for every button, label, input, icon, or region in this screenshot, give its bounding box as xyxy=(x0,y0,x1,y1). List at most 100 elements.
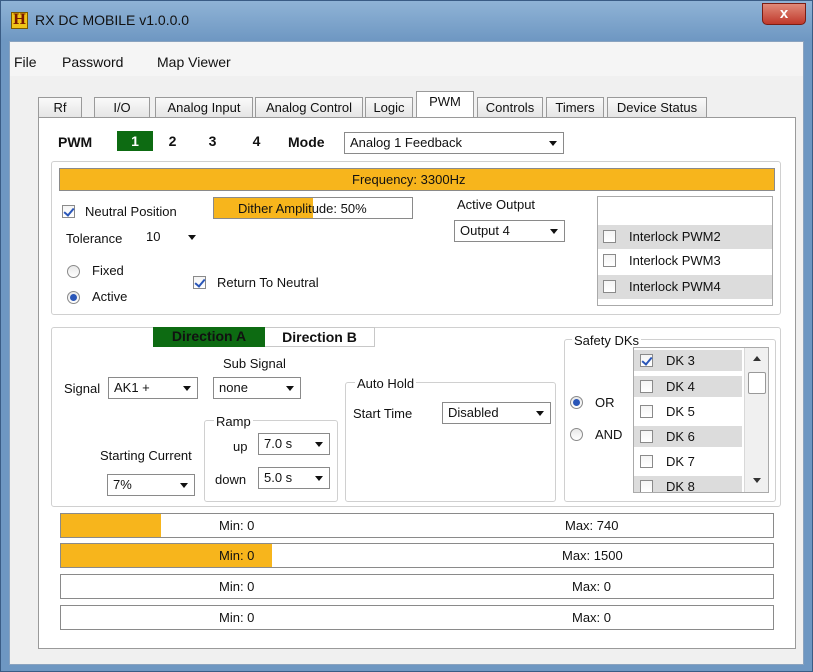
tab-device-status[interactable]: Device Status xyxy=(607,97,707,118)
scrollbar-thumb[interactable] xyxy=(748,372,766,394)
dk-row-7[interactable]: DK 7 xyxy=(634,451,742,472)
range-bar-3[interactable]: Min: 0 Max: 0 xyxy=(60,574,774,599)
pwm-channel-3[interactable]: 3 xyxy=(199,131,226,151)
or-label: OR xyxy=(595,395,615,410)
dk7-checkbox[interactable] xyxy=(640,455,653,468)
range-bar-4-max: Max: 0 xyxy=(572,610,612,625)
signal-value: AK1 + xyxy=(114,380,150,395)
chevron-down-icon xyxy=(286,386,294,391)
interlock-pwm4-label: Interlock PWM4 xyxy=(629,279,721,294)
dk3-checkbox[interactable] xyxy=(640,354,653,367)
pwm-channel-4[interactable]: 4 xyxy=(243,131,270,151)
neutral-position-label: Neutral Position xyxy=(85,204,177,219)
range-bar-4[interactable]: Min: 0 Max: 0 xyxy=(60,605,774,630)
interlock-list[interactable]: Interlock PWM2 Interlock PWM3 Interlock … xyxy=(597,196,773,306)
range-bar-4-min: Min: 0 xyxy=(219,610,255,625)
range-bar-2[interactable]: Min: 0 Max: 1500 xyxy=(60,543,774,568)
and-radio[interactable] xyxy=(570,428,583,441)
and-label: AND xyxy=(595,427,623,442)
mode-dropdown[interactable]: Analog 1 Feedback xyxy=(344,132,564,154)
menu-file[interactable]: File xyxy=(14,54,37,70)
dither-amplitude-bar[interactable]: Dither Amplitude: 50% xyxy=(213,197,413,219)
dk4-checkbox[interactable] xyxy=(640,380,653,393)
menu-bar: File Password Map Viewer xyxy=(10,42,803,76)
dk6-checkbox[interactable] xyxy=(640,430,653,443)
chevron-down-icon xyxy=(183,386,191,391)
tab-rf[interactable]: Rf xyxy=(38,97,82,118)
frequency-text: Frequency: 3300Hz xyxy=(352,172,466,187)
pwm-channel-2[interactable]: 2 xyxy=(159,131,186,151)
tab-controls[interactable]: Controls xyxy=(477,97,543,118)
tab-pwm[interactable]: PWM xyxy=(416,91,474,117)
tab-logic[interactable]: Logic xyxy=(365,97,413,118)
safety-dk-list[interactable]: DK 3 DK 4 DK 5 DK 6 DK 7 DK 8 xyxy=(633,347,769,493)
interlock-pwm3-checkbox[interactable] xyxy=(603,254,616,267)
dk5-checkbox[interactable] xyxy=(640,405,653,418)
interlock-pwm2-label: Interlock PWM2 xyxy=(629,229,721,244)
return-to-neutral-checkbox[interactable] xyxy=(193,276,206,289)
starting-current-value: 7% xyxy=(113,477,132,492)
start-time-dropdown[interactable]: Disabled xyxy=(442,402,551,424)
dk-row-5[interactable]: DK 5 xyxy=(634,401,742,422)
frequency-bar[interactable]: Frequency: 3300Hz xyxy=(59,168,775,191)
interlock-row-pwm4[interactable]: Interlock PWM4 xyxy=(598,275,772,299)
range-bar-1-fill xyxy=(61,514,161,537)
ramp-down-value: 5.0 s xyxy=(264,470,293,485)
app-window: H RX DC MOBILE v1.0.0.0 x File Password … xyxy=(0,0,813,672)
direction-b-button[interactable]: Direction B xyxy=(265,327,375,347)
title-bar[interactable]: H RX DC MOBILE v1.0.0.0 x xyxy=(1,1,812,39)
dk-row-3[interactable]: DK 3 xyxy=(634,350,742,371)
active-output-label: Active Output xyxy=(457,197,536,212)
chevron-down-icon xyxy=(188,235,196,240)
tolerance-dropdown[interactable]: 10 xyxy=(140,226,203,248)
chevron-down-icon xyxy=(549,141,557,146)
direction-a-button[interactable]: Direction A xyxy=(153,327,265,347)
active-output-dropdown[interactable]: Output 4 xyxy=(454,220,565,242)
close-button[interactable]: x xyxy=(762,3,806,25)
fixed-radio[interactable] xyxy=(67,265,80,278)
tab-analog-control[interactable]: Analog Control xyxy=(255,97,363,118)
scroll-down-icon[interactable] xyxy=(753,478,761,483)
chevron-down-icon xyxy=(315,476,323,481)
menu-password[interactable]: Password xyxy=(62,54,123,70)
range-bar-3-min: Min: 0 xyxy=(219,579,255,594)
dk-list-scrollbar[interactable] xyxy=(744,348,768,492)
tab-timers[interactable]: Timers xyxy=(546,97,604,118)
dk3-label: DK 3 xyxy=(666,353,695,368)
start-time-value: Disabled xyxy=(448,405,499,420)
dk-row-6[interactable]: DK 6 xyxy=(634,426,742,447)
chevron-down-icon xyxy=(550,229,558,234)
dk8-checkbox[interactable] xyxy=(640,480,653,492)
ramp-up-dropdown[interactable]: 7.0 s xyxy=(258,433,330,455)
ramp-down-dropdown[interactable]: 5.0 s xyxy=(258,467,330,489)
interlock-pwm4-checkbox[interactable] xyxy=(603,280,616,293)
ramp-up-value: 7.0 s xyxy=(264,436,293,451)
sub-signal-dropdown[interactable]: none xyxy=(213,377,301,399)
pwm-channel-1[interactable]: 1 xyxy=(117,131,153,151)
chevron-down-icon xyxy=(180,483,188,488)
ramp-up-label: up xyxy=(233,439,248,454)
auto-hold-label: Auto Hold xyxy=(355,376,417,391)
pwm-label: PWM xyxy=(58,134,93,150)
dk8-label: DK 8 xyxy=(666,479,695,493)
dk-row-4[interactable]: DK 4 xyxy=(634,376,742,397)
dk7-label: DK 7 xyxy=(666,454,695,469)
ramp-label: Ramp xyxy=(214,414,253,429)
chevron-down-icon xyxy=(315,442,323,447)
neutral-position-checkbox[interactable] xyxy=(62,205,75,218)
starting-current-dropdown[interactable]: 7% xyxy=(107,474,195,496)
interlock-pwm2-checkbox[interactable] xyxy=(603,230,616,243)
dk-row-8[interactable]: DK 8 xyxy=(634,476,742,493)
interlock-row-pwm3[interactable]: Interlock PWM3 xyxy=(598,249,772,273)
tab-io[interactable]: I/O xyxy=(94,97,150,118)
menu-map-viewer[interactable]: Map Viewer xyxy=(157,54,231,70)
interlock-row-pwm2[interactable]: Interlock PWM2 xyxy=(598,225,772,249)
sub-signal-label: Sub Signal xyxy=(223,356,286,371)
signal-dropdown[interactable]: AK1 + xyxy=(108,377,198,399)
or-radio[interactable] xyxy=(570,396,583,409)
active-radio[interactable] xyxy=(67,291,80,304)
range-bar-1[interactable]: Min: 0 Max: 740 xyxy=(60,513,774,538)
scroll-up-icon[interactable] xyxy=(753,356,761,361)
tab-analog-input[interactable]: Analog Input xyxy=(155,97,253,118)
start-time-label: Start Time xyxy=(353,406,413,421)
